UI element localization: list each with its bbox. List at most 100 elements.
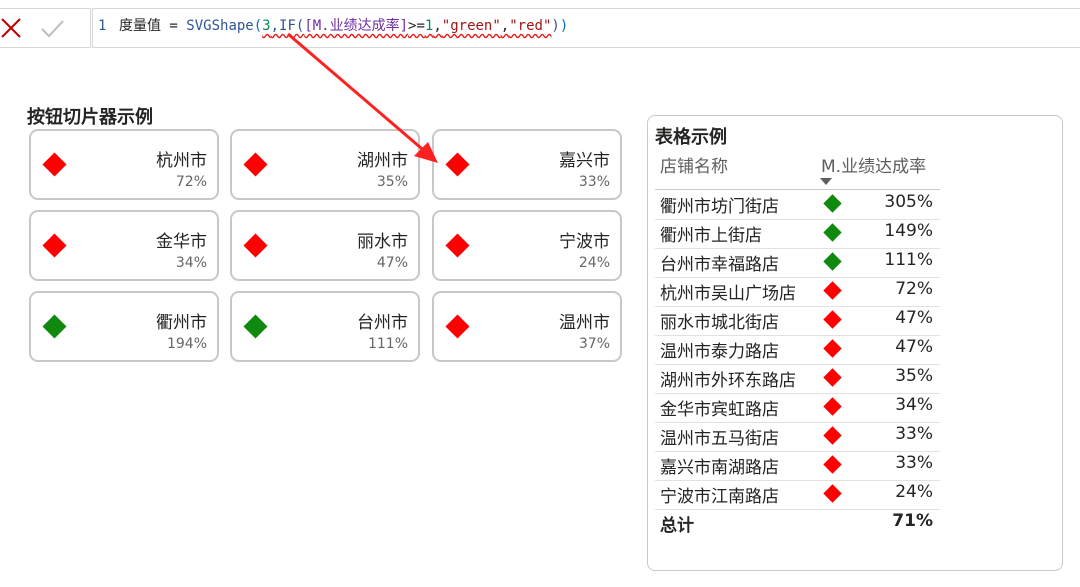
achievement-rate: 33% — [895, 424, 933, 444]
slicer-percent: 194% — [166, 336, 207, 352]
formula-token: 3 — [262, 18, 271, 34]
diamond-icon — [823, 194, 842, 213]
formula-token: ,IF( — [270, 18, 305, 34]
diamond-icon — [823, 252, 842, 271]
cancel-icon[interactable] — [0, 16, 23, 40]
total-label: 总计 — [660, 516, 694, 536]
column-header-store[interactable]: 店铺名称 — [660, 152, 728, 177]
diamond-icon — [823, 368, 842, 387]
diamond-icon — [823, 455, 842, 474]
table-title: 表格示例 — [655, 127, 727, 148]
achievement-rate: 24% — [895, 482, 933, 502]
formula-token: , — [500, 18, 510, 34]
slicer-percent: 33% — [578, 174, 610, 190]
slicer-percent: 37% — [578, 336, 610, 352]
table-visual: 表格示例 店铺名称 M.业绩达成率 衢州市坊门街店 305% 衢州市上街店 149% 台… — [647, 115, 1063, 571]
slicer-button[interactable]: 宁波市 24% — [432, 210, 622, 281]
store-name: 宁波市江南路店 — [660, 487, 779, 507]
store-name: 台州市幸福路店 — [660, 255, 779, 275]
store-name: 金华市宾虹路店 — [660, 400, 779, 420]
store-name: 衢州市上街店 — [660, 226, 762, 246]
slicer-percent: 24% — [578, 255, 610, 271]
slicer-button[interactable]: 温州市 37% — [432, 291, 622, 362]
table-row[interactable]: 温州市五马街店 33% — [655, 422, 940, 452]
diamond-icon — [243, 152, 268, 177]
diamond-icon — [445, 152, 470, 177]
commit-check-icon[interactable] — [40, 16, 64, 40]
formula-token: ( — [253, 18, 263, 34]
diamond-icon — [823, 281, 842, 300]
achievement-rate: 47% — [895, 308, 933, 328]
sort-descending-icon[interactable] — [820, 178, 832, 185]
slicer-button[interactable]: 杭州市 72% — [29, 129, 219, 200]
table-row[interactable]: 温州市泰力路店 47% — [655, 335, 940, 365]
store-name: 湖州市外环东路店 — [660, 371, 796, 391]
slicer-city: 杭州市 — [156, 151, 207, 171]
formula-token: ) — [559, 18, 569, 34]
achievement-rate: 111% — [884, 250, 933, 270]
formula-token: SVGShape — [186, 18, 254, 34]
slicer-city: 衢州市 — [156, 313, 207, 333]
table-row[interactable]: 丽水市城北街店 47% — [655, 306, 940, 336]
diamond-icon — [243, 314, 268, 339]
diamond-icon — [42, 233, 67, 258]
formula-token: ) — [551, 18, 560, 34]
slicer-city: 金华市 — [156, 232, 207, 252]
slicer-city: 嘉兴市 — [559, 151, 610, 171]
achievement-rate: 305% — [884, 192, 933, 212]
table-row[interactable]: 杭州市吴山广场店 72% — [655, 277, 940, 307]
diamond-icon — [823, 223, 842, 242]
formula-input[interactable]: 1 度量值 = SVGShape(3,IF([M.业绩达成率]>=1,"gree… — [92, 8, 1080, 48]
achievement-rate: 47% — [895, 337, 933, 357]
slicer-title: 按钮切片器示例 — [27, 107, 153, 128]
formula-line-number: 1 — [98, 18, 107, 34]
diamond-icon — [42, 314, 67, 339]
achievement-rate: 72% — [895, 279, 933, 299]
achievement-rate: 149% — [884, 221, 933, 241]
slicer-button[interactable]: 湖州市 35% — [230, 129, 420, 200]
slicer-button[interactable]: 嘉兴市 33% — [432, 129, 622, 200]
slicer-city: 温州市 — [559, 313, 610, 333]
table-row[interactable]: 宁波市江南路店 24% — [655, 480, 940, 510]
diamond-icon — [243, 233, 268, 258]
diamond-icon — [823, 426, 842, 445]
table-row[interactable]: 台州市幸福路店 111% — [655, 248, 940, 278]
table-total-row: 总计 71% — [655, 509, 940, 538]
store-name: 嘉兴市南湖路店 — [660, 458, 779, 478]
table-row[interactable]: 衢州市上街店 149% — [655, 219, 940, 249]
diamond-icon — [445, 314, 470, 339]
table-row[interactable]: 嘉兴市南湖路店 33% — [655, 451, 940, 481]
slicer-city: 宁波市 — [559, 232, 610, 252]
diamond-icon — [823, 484, 842, 503]
diamond-icon — [823, 310, 842, 329]
total-value: 71% — [892, 511, 933, 531]
formula-code: 度量值 = SVGShape(3,IF([M.业绩达成率]>=1,"green"… — [119, 9, 568, 43]
table-row[interactable]: 湖州市外环东路店 35% — [655, 364, 940, 394]
slicer-percent: 111% — [367, 336, 408, 352]
diamond-icon — [42, 152, 67, 177]
formula-token: "red" — [509, 18, 552, 34]
store-name: 温州市泰力路店 — [660, 342, 779, 362]
slicer-button[interactable]: 丽水市 47% — [230, 210, 420, 281]
slicer-button[interactable]: 衢州市 194% — [29, 291, 219, 362]
achievement-rate: 34% — [895, 395, 933, 415]
formula-token: >= — [408, 18, 425, 34]
formula-token: [M.业绩达成率] — [304, 18, 409, 34]
slicer-percent: 72% — [175, 174, 207, 190]
formula-bar: 1 度量值 = SVGShape(3,IF([M.业绩达成率]>=1,"gree… — [0, 0, 1080, 50]
table-row[interactable]: 衢州市坊门街店 305% — [655, 190, 940, 220]
formula-token: "green" — [441, 18, 501, 34]
column-header-measure[interactable]: M.业绩达成率 — [821, 152, 926, 177]
slicer-city: 湖州市 — [357, 151, 408, 171]
formula-token: 度量值 = — [119, 18, 187, 34]
slicer-percent: 35% — [376, 174, 408, 190]
table-row[interactable]: 金华市宾虹路店 34% — [655, 393, 940, 423]
slicer-button[interactable]: 台州市 111% — [230, 291, 420, 362]
slicer-button[interactable]: 金华市 34% — [29, 210, 219, 281]
slicer-percent: 47% — [376, 255, 408, 271]
formula-token: , — [433, 18, 442, 34]
store-name: 衢州市坊门街店 — [660, 197, 779, 217]
formula-commit-buttons — [0, 8, 91, 48]
diamond-icon — [823, 397, 842, 416]
store-name: 杭州市吴山广场店 — [660, 284, 796, 304]
